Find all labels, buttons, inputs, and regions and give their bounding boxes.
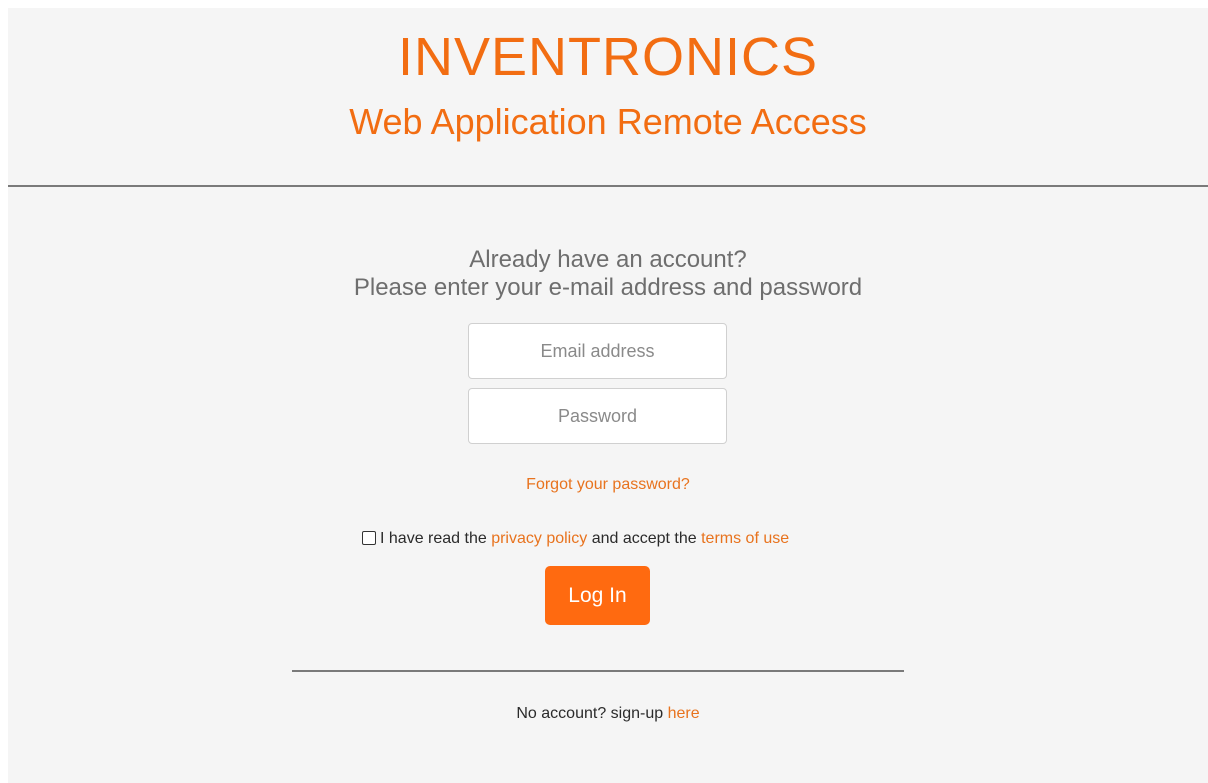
signup-row: No account? sign-up here	[8, 704, 1208, 724]
privacy-policy-link[interactable]: privacy policy	[491, 530, 587, 547]
consent-text-prefix: I have read the	[380, 530, 487, 547]
consent-text-middle: and accept the	[591, 530, 697, 547]
login-button[interactable]: Log In	[545, 566, 650, 625]
forgot-password-row: Forgot your password?	[8, 475, 1208, 495]
email-field[interactable]	[468, 323, 727, 379]
brand-title: INVENTRONICS	[397, 27, 819, 87]
signup-link[interactable]: here	[668, 705, 700, 722]
forgot-password-link[interactable]: Forgot your password?	[526, 476, 690, 493]
consent-row: I have read the privacy policy and accep…	[362, 529, 789, 549]
terms-of-use-link[interactable]: terms of use	[701, 530, 789, 547]
page-subtitle: Web Application Remote Access	[349, 101, 867, 142]
consent-checkbox[interactable]	[362, 531, 376, 545]
page: INVENTRONICS Web Application Remote Acce…	[8, 8, 1208, 783]
login-prompt-question: Already have an account?	[469, 246, 747, 273]
password-field[interactable]	[468, 388, 727, 444]
header: INVENTRONICS Web Application Remote Acce…	[8, 8, 1208, 187]
divider	[292, 670, 904, 672]
signup-text: No account? sign-up	[516, 705, 664, 722]
login-prompt-instruction: Please enter your e-mail address and pas…	[353, 274, 863, 301]
